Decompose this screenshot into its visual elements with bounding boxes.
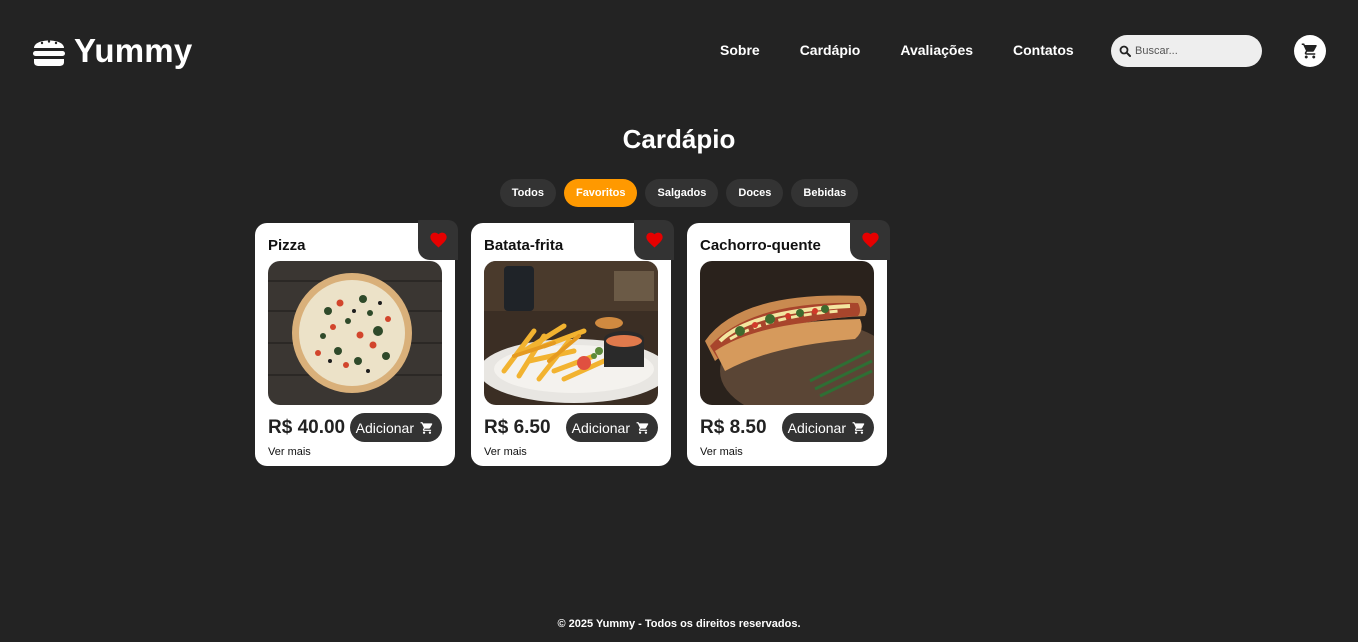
- cart-icon: [852, 421, 865, 434]
- filter-favoritos[interactable]: Favoritos: [563, 179, 638, 207]
- see-more-link[interactable]: Ver mais: [268, 446, 311, 458]
- cart-icon: [420, 421, 433, 434]
- search-icon: [1119, 45, 1131, 57]
- product-image-pizza: [268, 261, 442, 405]
- footer-copyright: © 2025 Yummy - Todos os direitos reserva…: [557, 618, 801, 630]
- product-image-fries: [484, 261, 658, 405]
- favorite-button[interactable]: [850, 220, 890, 260]
- product-card: Cachorro-quente R$ 8.50 Adicionar Ver ma…: [687, 220, 890, 466]
- add-to-cart-label: Adicionar: [787, 419, 846, 436]
- cart-icon: [1301, 43, 1317, 59]
- cart-button[interactable]: [1294, 35, 1326, 67]
- filter-doces[interactable]: Doces: [726, 179, 784, 207]
- category-filters: Todos Favoritos Salgados Doces Bebidas: [0, 179, 1358, 207]
- product-image-hotdog: [700, 261, 874, 405]
- heart-icon: [645, 232, 663, 248]
- add-to-cart-button[interactable]: Adicionar: [781, 413, 874, 442]
- nav-item-cardapio[interactable]: Cardápio: [800, 42, 861, 58]
- filter-bebidas[interactable]: Bebidas: [791, 179, 859, 207]
- nav-item-avaliacoes[interactable]: Avaliações: [900, 42, 973, 58]
- search-input[interactable]: [1135, 45, 1255, 57]
- nav-item-sobre[interactable]: Sobre: [720, 42, 760, 58]
- favorite-button[interactable]: [634, 220, 674, 260]
- nav-item-contatos[interactable]: Contatos: [1013, 42, 1074, 58]
- product-card: Pizza R$ 40.00 Adicionar Ver mais: [255, 220, 458, 466]
- product-price: R$ 8.50: [700, 416, 767, 438]
- see-more-link[interactable]: Ver mais: [484, 446, 527, 458]
- product-grid: Pizza R$ 40.00 Adicionar Ver mais Batata…: [255, 220, 890, 466]
- filter-todos[interactable]: Todos: [499, 179, 556, 207]
- brand-name: Yummy: [74, 32, 193, 69]
- product-name: Cachorro-quente: [700, 237, 821, 254]
- page-title: Cardápio: [622, 124, 736, 154]
- cart-icon: [636, 421, 649, 434]
- see-more-link[interactable]: Ver mais: [700, 446, 743, 458]
- main-nav: Sobre Cardápio Avaliações Contatos: [720, 42, 1074, 58]
- add-to-cart-button[interactable]: Adicionar: [565, 413, 658, 442]
- add-to-cart-button[interactable]: Adicionar: [349, 413, 442, 442]
- add-to-cart-label: Adicionar: [355, 419, 414, 436]
- product-name: Batata-frita: [484, 237, 564, 254]
- favorite-button[interactable]: [418, 220, 458, 260]
- add-to-cart-label: Adicionar: [571, 419, 630, 436]
- brand-logo[interactable]: Yummy: [32, 32, 192, 70]
- product-price: R$ 40.00: [268, 416, 346, 438]
- product-name: Pizza: [268, 237, 306, 254]
- search-box: [1111, 35, 1262, 67]
- product-price: R$ 6.50: [484, 416, 551, 438]
- burger-icon: [33, 40, 65, 66]
- heart-icon: [861, 232, 879, 248]
- product-card: Batata-frita R$ 6.50 Adicionar Ver mais: [471, 220, 674, 466]
- heart-icon: [429, 232, 447, 248]
- filter-salgados[interactable]: Salgados: [645, 179, 719, 207]
